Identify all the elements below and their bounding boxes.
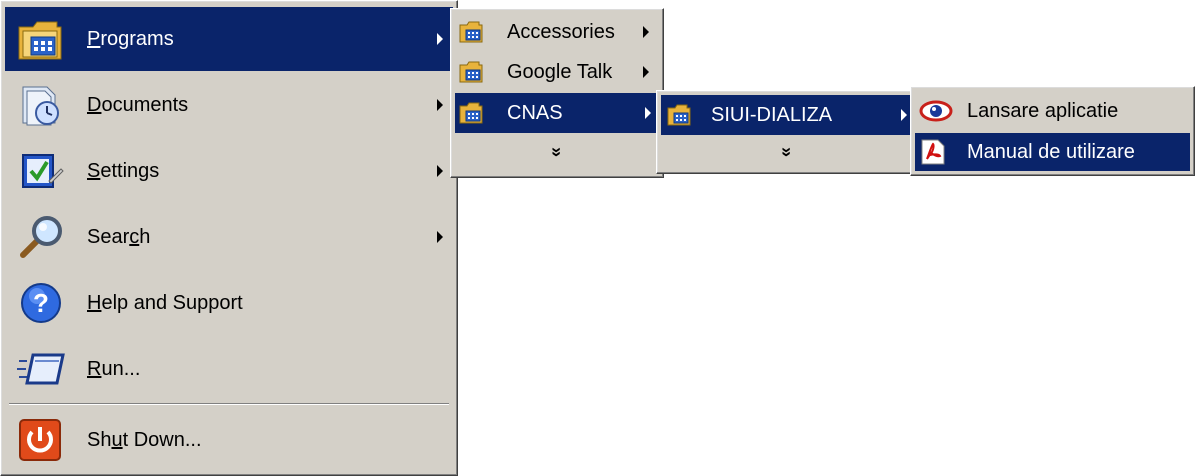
start-menu-item-shut-down[interactable]: Shut Down... (5, 409, 453, 471)
help-icon: ? (19, 281, 63, 331)
submenu-arrow-icon (643, 26, 649, 38)
submenu-arrow-icon (437, 231, 443, 243)
pdf-icon (921, 139, 945, 171)
start-menu-item-label: Help and Support (87, 291, 243, 314)
start-menu-item-run[interactable]: Run... (5, 337, 453, 401)
start-menu-item-documents[interactable]: Documents (5, 73, 453, 137)
start-menu: Programs Documents Settings Search ? Hel… (0, 0, 458, 476)
programs-item-label: Accessories (507, 20, 615, 43)
submenu-arrow-icon (901, 109, 907, 121)
chevron-down-icon: » (777, 146, 797, 157)
start-menu-item-settings[interactable]: Settings (5, 139, 453, 203)
cnas-item-label: SIUI-DIALIZA (711, 103, 833, 126)
program-group-icon (459, 61, 483, 89)
siui-item-label: Manual de utilizare (967, 140, 1135, 163)
run-icon (17, 347, 67, 397)
submenu-arrow-icon (437, 165, 443, 177)
start-menu-item-label: Programs (87, 27, 174, 50)
programs-submenu: Accessories Google Talk CNAS » (450, 8, 664, 178)
chevron-down-icon: » (547, 146, 567, 157)
shutdown-icon (19, 419, 61, 467)
start-menu-item-help-and-support[interactable]: ? Help and Support (5, 271, 453, 335)
start-menu-item-label: Settings (87, 159, 160, 182)
start-menu-item-label: Shut Down... (87, 428, 202, 451)
submenu-arrow-icon (437, 33, 443, 45)
cnas-expand-button[interactable]: » (661, 137, 913, 169)
settings-icon (17, 147, 65, 201)
siui-dializa-submenu: Lansare aplicatie Manual de utilizare (910, 86, 1195, 176)
start-menu-item-label: Documents (87, 93, 189, 116)
programs-folder-icon (15, 15, 65, 71)
cnas-submenu: SIUI-DIALIZA » (656, 90, 918, 174)
submenu-arrow-icon (437, 99, 443, 111)
start-menu-item-label: Search (87, 225, 151, 248)
program-group-icon (459, 102, 483, 130)
programs-expand-button[interactable]: » (455, 135, 659, 171)
siui-item-label: Lansare aplicatie (967, 99, 1119, 122)
start-menu-item-programs[interactable]: Programs (5, 7, 453, 71)
submenu-arrow-icon (645, 107, 651, 119)
documents-icon (17, 81, 65, 135)
search-icon (17, 213, 65, 267)
menu-separator (9, 403, 449, 405)
start-menu-item-label: Run... (87, 357, 141, 380)
app-eye-icon (919, 99, 953, 129)
program-group-icon (459, 21, 483, 49)
svg-text:?: ? (33, 288, 49, 318)
submenu-arrow-icon (643, 66, 649, 78)
programs-item-accessories[interactable]: Accessories (455, 13, 659, 51)
program-group-icon (667, 104, 691, 132)
siui-item-manual-de-utilizare[interactable]: Manual de utilizare (915, 133, 1190, 171)
start-menu-item-search[interactable]: Search (5, 205, 453, 269)
siui-item-lansare-aplicatie[interactable]: Lansare aplicatie (915, 91, 1190, 131)
